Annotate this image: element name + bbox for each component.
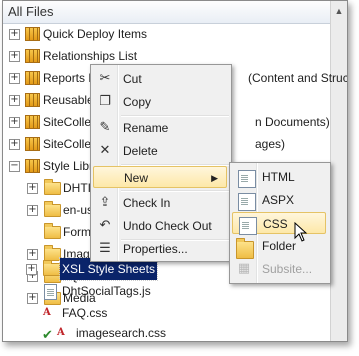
css-file-icon: A bbox=[57, 327, 65, 338]
aspx-file-icon bbox=[238, 193, 256, 211]
check-in-icon: ⇪ bbox=[99, 195, 111, 210]
expand-icon[interactable]: + bbox=[27, 205, 38, 216]
expand-icon[interactable]: + bbox=[27, 293, 38, 304]
menu-item-label: Cut bbox=[123, 72, 142, 86]
tree-item-label-tail: n Documents) bbox=[255, 115, 330, 129]
rename-icon: ✎ bbox=[99, 120, 111, 135]
expand-icon[interactable]: + bbox=[9, 51, 20, 62]
tree-item-label[interactable]: Quick Deploy Items bbox=[43, 23, 147, 45]
menu-item-label: Delete bbox=[123, 144, 158, 158]
menu-item-delete[interactable]: ✕ Delete bbox=[93, 140, 227, 162]
scroll-up-arrow-icon[interactable]: ▲ bbox=[331, 3, 347, 19]
folder-icon bbox=[44, 223, 61, 239]
collapse-icon[interactable]: − bbox=[9, 161, 20, 172]
expand-icon[interactable]: + bbox=[9, 139, 20, 150]
menu-item-label: Subsite... bbox=[262, 262, 313, 276]
tree-item-label-tail: ages) bbox=[255, 137, 286, 151]
tree-item-label[interactable]: FAQ.css bbox=[62, 302, 107, 324]
expand-icon[interactable]: + bbox=[26, 264, 37, 275]
subsite-icon: ▦ bbox=[237, 261, 251, 276]
html-file-icon bbox=[238, 170, 256, 188]
submenu-item-aspx[interactable]: ASPX bbox=[232, 189, 326, 211]
tree-item-label[interactable]: SiteCollec bbox=[43, 111, 97, 133]
folder-icon bbox=[236, 238, 254, 259]
expand-icon[interactable]: + bbox=[9, 29, 20, 40]
expand-icon[interactable]: + bbox=[27, 183, 38, 194]
properties-icon: ☰ bbox=[99, 241, 111, 256]
list-icon bbox=[25, 115, 40, 129]
submenu-item-folder[interactable]: Folder bbox=[232, 235, 326, 259]
copy-icon: ❐ bbox=[99, 94, 111, 109]
mouse-pointer-icon bbox=[294, 222, 308, 242]
undo-check-out-icon: ↶ bbox=[99, 218, 111, 233]
vertical-scrollbar[interactable]: ▲ bbox=[330, 1, 347, 341]
menu-item-label: HTML bbox=[262, 170, 295, 184]
list-icon bbox=[25, 93, 40, 107]
menu-item-label: Check In bbox=[123, 196, 171, 210]
tree-item-label[interactable]: DhtSocialTags.js bbox=[62, 280, 151, 302]
list-icon bbox=[25, 49, 40, 63]
expand-icon[interactable]: + bbox=[9, 95, 20, 106]
expand-icon[interactable]: + bbox=[9, 73, 20, 84]
document-icon bbox=[44, 284, 57, 300]
folder-icon bbox=[43, 260, 60, 276]
css-file-icon bbox=[239, 217, 257, 235]
tree-item-label[interactable]: imagesearch.css bbox=[76, 322, 166, 344]
checked-in-icon: ✔ bbox=[42, 328, 53, 343]
submenu-item-html[interactable]: HTML bbox=[232, 166, 326, 188]
menu-item-rename[interactable]: ✎ Rename bbox=[93, 117, 227, 139]
submenu-arrow-icon: ▶ bbox=[211, 173, 218, 183]
scissors-icon: ✂ bbox=[99, 71, 111, 86]
menu-item-check-in[interactable]: ⇪ Check In bbox=[93, 192, 227, 214]
tree-item-label[interactable]: en-us bbox=[63, 199, 93, 221]
menu-item-label: Rename bbox=[123, 121, 169, 135]
menu-item-label: Undo Check Out bbox=[123, 219, 212, 233]
menu-item-undo-check-out[interactable]: ↶ Undo Check Out bbox=[93, 215, 227, 237]
tree-item-label-tail: (Content and Structure Reports) bbox=[248, 71, 347, 85]
css-file-icon: A bbox=[43, 307, 51, 318]
list-icon bbox=[25, 137, 40, 151]
menu-item-new[interactable]: New ▶ bbox=[93, 166, 227, 188]
menu-item-copy[interactable]: ❐ Copy bbox=[93, 91, 227, 113]
menu-item-label: CSS bbox=[263, 217, 288, 231]
list-icon bbox=[25, 71, 40, 85]
tree-item-label[interactable]: SiteCollec bbox=[43, 133, 97, 155]
folder-icon bbox=[44, 179, 61, 195]
panel-title: All Files bbox=[3, 1, 347, 24]
menu-item-label: New bbox=[124, 171, 149, 185]
submenu-item-css[interactable]: CSS bbox=[232, 212, 326, 235]
new-submenu: HTML ASPX CSS Folder ▦ Subsite... bbox=[229, 162, 331, 284]
menu-item-properties[interactable]: ☰ Properties... bbox=[93, 238, 227, 260]
delete-x-icon: ✕ bbox=[99, 143, 111, 158]
list-icon bbox=[25, 27, 40, 41]
expand-icon[interactable]: + bbox=[27, 249, 38, 260]
menu-item-label: Folder bbox=[262, 239, 297, 253]
menu-item-label: ASPX bbox=[262, 193, 295, 207]
expand-icon[interactable]: + bbox=[9, 117, 20, 128]
context-menu: ✂ Cut ❐ Copy ✎ Rename ✕ Delete New ▶ ⇪ C… bbox=[90, 64, 232, 262]
folder-icon bbox=[44, 201, 61, 217]
menu-item-label: Copy bbox=[123, 95, 152, 109]
list-icon bbox=[25, 159, 40, 173]
submenu-item-subsite: ▦ Subsite... bbox=[232, 258, 326, 280]
menu-item-cut[interactable]: ✂ Cut bbox=[93, 68, 227, 90]
menu-item-label: Properties... bbox=[123, 242, 188, 256]
